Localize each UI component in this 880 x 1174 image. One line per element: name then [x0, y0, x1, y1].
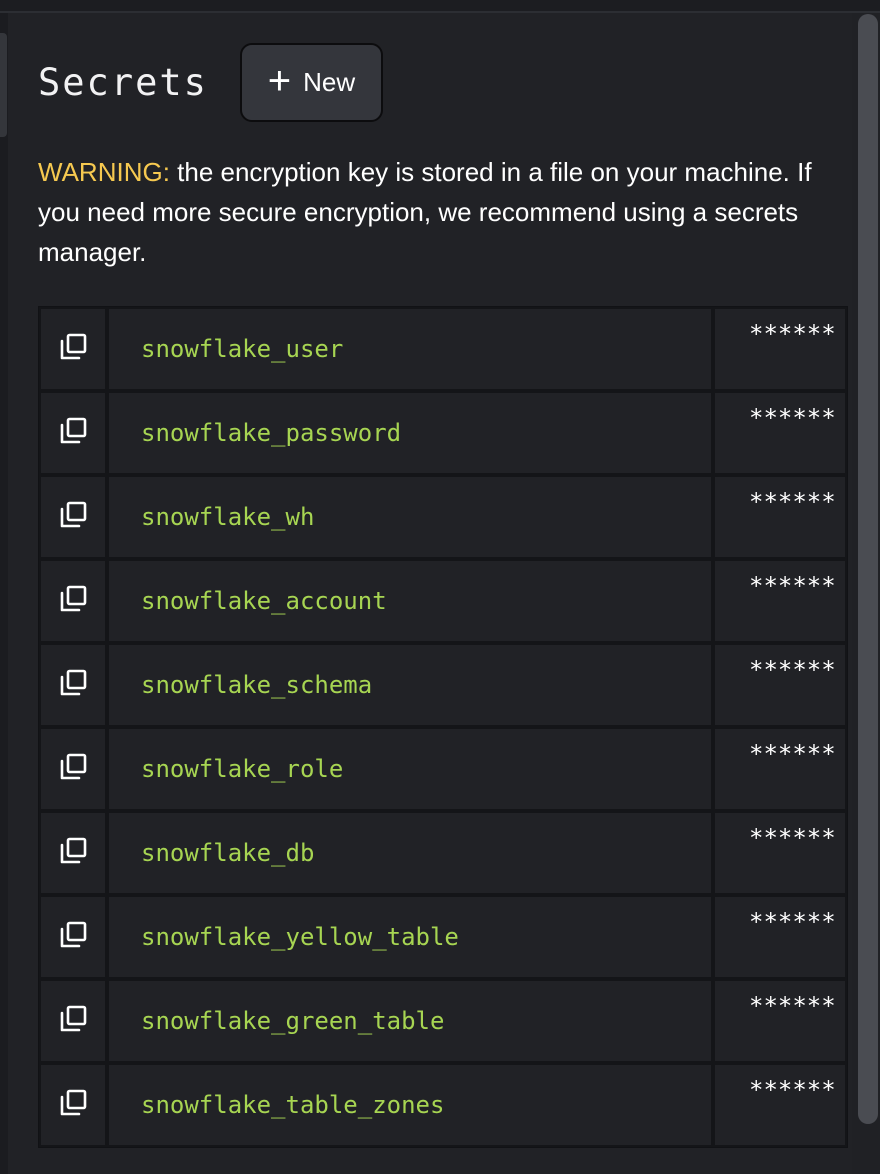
copy-icon	[57, 583, 89, 620]
secret-row: snowflake_green_table ******	[39, 979, 847, 1063]
secret-value-masked: ******	[715, 981, 845, 1061]
secret-name: snowflake_table_zones	[109, 1065, 711, 1145]
secret-row: snowflake_user ******	[39, 307, 847, 391]
secret-value-masked: ******	[715, 477, 845, 557]
copy-icon	[57, 331, 89, 368]
secret-value-masked: ******	[715, 1065, 845, 1145]
copy-secret-button[interactable]	[41, 1065, 105, 1145]
secret-value-masked: ******	[715, 561, 845, 641]
secret-value-masked: ******	[715, 645, 845, 725]
page-title: Secrets	[38, 60, 208, 104]
copy-icon	[57, 499, 89, 536]
secret-name: snowflake_wh	[109, 477, 711, 557]
secrets-header: Secrets + New	[38, 42, 383, 122]
plus-icon: +	[267, 58, 292, 103]
new-button-label: New	[303, 66, 356, 97]
secret-row: snowflake_schema ******	[39, 643, 847, 727]
copy-icon	[57, 835, 89, 872]
copy-secret-button[interactable]	[41, 729, 105, 809]
scrollbar-thumb[interactable]	[858, 14, 878, 1124]
secret-name: snowflake_green_table	[109, 981, 711, 1061]
copy-secret-button[interactable]	[41, 309, 105, 389]
secret-row: snowflake_table_zones ******	[39, 1063, 847, 1147]
secret-name: snowflake_password	[109, 393, 711, 473]
secret-row: snowflake_password ******	[39, 391, 847, 475]
warning-message: WARNING: the encryption key is stored in…	[38, 152, 828, 272]
copy-icon	[57, 751, 89, 788]
copy-secret-button[interactable]	[41, 561, 105, 641]
secret-name: snowflake_schema	[109, 645, 711, 725]
secret-value-masked: ******	[715, 729, 845, 809]
secret-value-masked: ******	[715, 813, 845, 893]
secret-row: snowflake_wh ******	[39, 475, 847, 559]
copy-secret-button[interactable]	[41, 897, 105, 977]
copy-icon	[57, 415, 89, 452]
copy-secret-button[interactable]	[41, 393, 105, 473]
secret-row: snowflake_db ******	[39, 811, 847, 895]
secret-name: snowflake_yellow_table	[109, 897, 711, 977]
copy-secret-button[interactable]	[41, 981, 105, 1061]
secrets-table: snowflake_user ****** snowflake_password **…	[38, 306, 848, 1148]
secret-value-masked: ******	[715, 309, 845, 389]
copy-secret-button[interactable]	[41, 813, 105, 893]
new-secret-button[interactable]: + New	[239, 42, 383, 122]
secret-name: snowflake_user	[109, 309, 711, 389]
secret-name: snowflake_db	[109, 813, 711, 893]
resize-handle[interactable]	[0, 33, 7, 137]
copy-icon	[57, 1087, 89, 1124]
secret-name: snowflake_role	[109, 729, 711, 809]
warning-label: WARNING:	[38, 157, 170, 187]
copy-icon	[57, 919, 89, 956]
copy-secret-button[interactable]	[41, 477, 105, 557]
secret-row: snowflake_account ******	[39, 559, 847, 643]
copy-icon	[57, 667, 89, 704]
secret-value-masked: ******	[715, 897, 845, 977]
secret-row: snowflake_role ******	[39, 727, 847, 811]
secret-row: snowflake_yellow_table ******	[39, 895, 847, 979]
copy-icon	[57, 1003, 89, 1040]
top-border	[0, 0, 880, 13]
secret-name: snowflake_account	[109, 561, 711, 641]
left-panel-edge	[0, 13, 8, 1174]
secret-value-masked: ******	[715, 393, 845, 473]
copy-secret-button[interactable]	[41, 645, 105, 725]
